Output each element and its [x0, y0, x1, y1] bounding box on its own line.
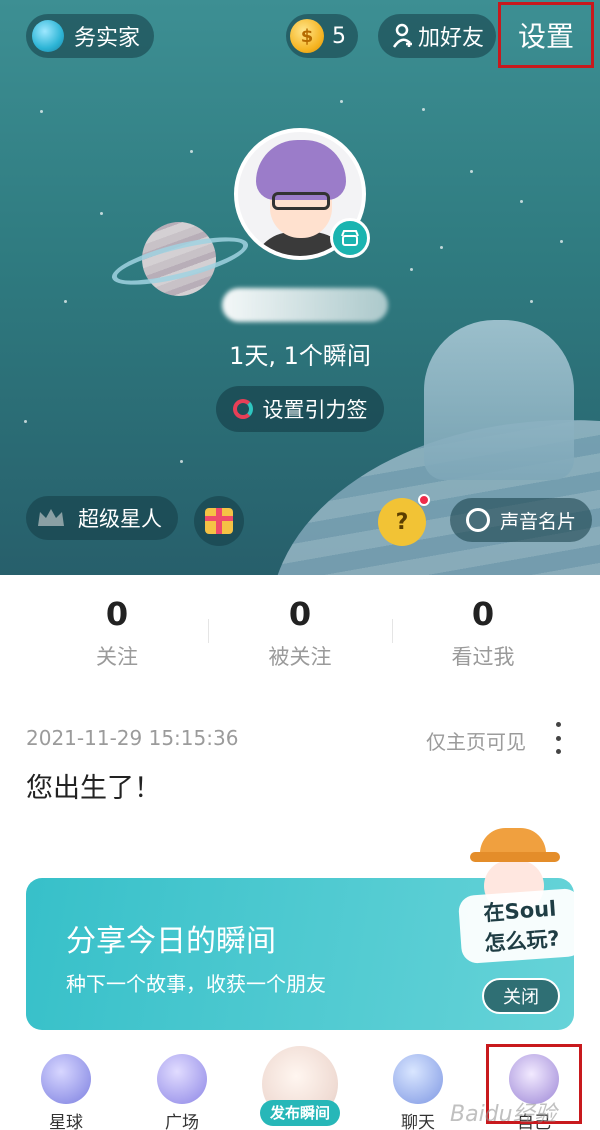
gift-icon [205, 508, 233, 534]
super-star-label: 超级星人 [78, 507, 162, 531]
coin-count: 5 [332, 23, 346, 49]
following-number: 0 [105, 595, 129, 633]
days-moments-summary: 1天, 1个瞬间 [229, 342, 371, 370]
guide-line-1: 在Soul [482, 896, 558, 926]
chat-nav-icon [393, 1054, 443, 1104]
question-icon: ? [395, 509, 409, 535]
post-timestamp: 2021-11-29 15:15:36 [26, 726, 239, 750]
close-guide-button[interactable]: 关闭 [482, 978, 560, 1014]
visitors-label: 看过我 [451, 645, 515, 669]
guide-line-2: 怎么玩? [483, 926, 561, 956]
crown-icon [38, 509, 64, 526]
nav-label-planet: 星球 [49, 1113, 83, 1130]
planet-type-pill[interactable]: 务实家 [26, 14, 154, 58]
divider [208, 619, 209, 643]
coin-balance-pill[interactable]: $ 5 [286, 14, 358, 58]
square-nav-icon [157, 1054, 207, 1104]
planet-nav-icon [41, 1054, 91, 1104]
share-card-title: 分享今日的瞬间 [66, 924, 276, 959]
post-visibility: 仅主页可见 [426, 730, 526, 754]
more-options-icon[interactable] [550, 722, 566, 754]
voice-icon [466, 508, 490, 532]
publish-moment-label[interactable]: 发布瞬间 [260, 1100, 340, 1126]
settings-button[interactable]: 设置 [498, 2, 594, 68]
close-label: 关闭 [503, 987, 539, 1008]
voice-card-button[interactable]: 声音名片 [450, 498, 592, 542]
following-count[interactable]: 0 关注 [32, 595, 202, 671]
nav-item-square[interactable]: 广场 [132, 1054, 232, 1130]
question-box-button[interactable]: ? [378, 498, 426, 546]
divider [392, 619, 393, 643]
followers-count[interactable]: 0 被关注 [215, 595, 385, 671]
planet-type-label: 务实家 [74, 26, 141, 51]
add-person-icon [392, 23, 412, 48]
gravity-tag-label: 设置引力签 [262, 398, 368, 422]
store-icon [341, 230, 359, 246]
voice-card-label: 声音名片 [500, 510, 577, 533]
visitors-number: 0 [471, 595, 495, 633]
nav-label-square: 广场 [165, 1113, 199, 1130]
followers-number: 0 [288, 595, 312, 633]
settings-label: 设置 [517, 20, 574, 53]
follow-stats: 0 关注 0 被关注 0 看过我 [0, 575, 600, 685]
blurred-username [222, 288, 388, 322]
share-card-subtitle: 种下一个故事，收获一个朋友 [66, 972, 326, 996]
magnet-icon [232, 399, 253, 419]
add-friend-button[interactable]: 加好友 [378, 14, 496, 58]
set-gravity-tag-button[interactable]: 设置引力签 [216, 386, 384, 432]
notification-dot [418, 494, 430, 506]
planet-icon [32, 20, 64, 52]
following-label: 关注 [96, 645, 138, 669]
add-friend-label: 加好友 [418, 26, 485, 51]
super-star-button[interactable]: 超级星人 [26, 496, 178, 540]
visitors-count[interactable]: 0 看过我 [398, 595, 568, 671]
shop-badge-icon[interactable] [330, 218, 370, 258]
nav-item-planet[interactable]: 星球 [16, 1054, 116, 1130]
how-to-play-bubble[interactable]: 在Soul 怎么玩? [457, 887, 585, 965]
followers-label: 被关注 [268, 645, 332, 669]
coin-icon: $ [290, 19, 324, 53]
gift-button[interactable] [194, 496, 244, 546]
post-content: 您出生了！ [26, 773, 161, 804]
watermark: Baidu经验 [450, 1102, 557, 1127]
